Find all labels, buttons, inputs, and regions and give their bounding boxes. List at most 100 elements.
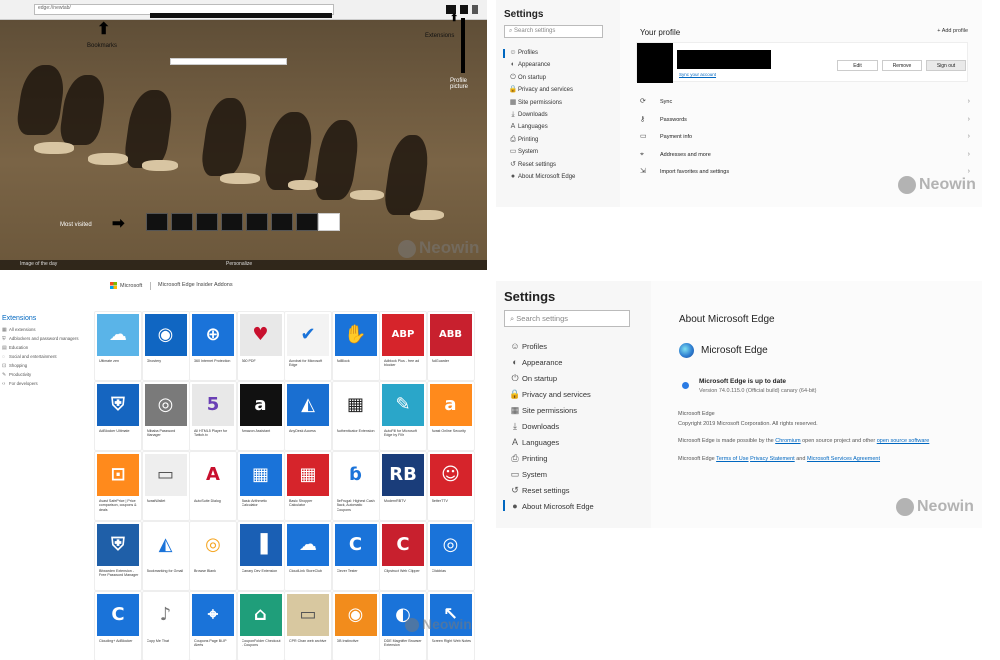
extension-card[interactable]: ⛨ Bitwarden Extension - Free Password Man… — [95, 522, 141, 590]
sign-out-button[interactable]: Sign out — [926, 60, 966, 71]
extension-card[interactable]: ⊡ Avast SafePrice | Price comparison, cou… — [95, 452, 141, 520]
extension-card[interactable]: a Avast Online Security — [427, 382, 474, 450]
remove-button[interactable]: Remove — [882, 60, 922, 71]
settings-nav-item[interactable]: ▦ Site permissions — [508, 97, 575, 109]
settings-nav-item[interactable]: ⤓ Downloads — [508, 418, 594, 434]
settings-nav-item[interactable]: ● About Microsoft Edge — [508, 171, 576, 183]
settings-nav-item[interactable]: ☺Profiles — [502, 47, 575, 59]
settings-nav-item[interactable]: ☺Profiles — [508, 338, 594, 354]
extension-card[interactable]: ◉ Ghostery — [142, 312, 189, 380]
extension-card[interactable]: ▦ Authenticator Extension — [332, 382, 379, 450]
category-item[interactable]: ◌ Social and entertainment — [2, 352, 90, 361]
settings-nav-item[interactable]: ◐ Appearance — [508, 59, 575, 71]
footer-image-info[interactable]: Image of the day — [20, 261, 57, 267]
menu-icon[interactable] — [472, 5, 478, 14]
footer-personalize[interactable]: Personalize — [226, 261, 252, 267]
extension-name: BeFrugal: Highest Cash Back, Automatic C… — [336, 499, 375, 512]
top-site-tile[interactable] — [221, 213, 243, 231]
extension-card[interactable]: ☺ BetterTTV — [427, 452, 474, 520]
extension-card[interactable]: ⊕ 360 Internet Protection — [190, 312, 236, 380]
extension-card[interactable]: a Amazon Assistant — [237, 382, 284, 450]
extension-card[interactable]: ⌂ CouponFolder Checkout - Coupons — [237, 592, 284, 660]
open-source-link[interactable]: open source software — [877, 438, 930, 444]
settings-nav-item[interactable]: ▭ System — [508, 146, 575, 158]
extension-card[interactable]: C Clever Tester — [332, 522, 379, 590]
top-site-tile[interactable] — [246, 213, 268, 231]
extension-card[interactable]: ⛨ AdBlocker Ultimate — [95, 382, 141, 450]
extension-card[interactable]: ◉ DB Instinctive — [332, 592, 379, 660]
extension-card[interactable]: 5 All HTML5 Player for Twitch.tv — [190, 382, 236, 450]
settings-nav-item[interactable]: ● About Microsoft Edge — [503, 498, 594, 514]
extension-card[interactable]: ♪ Copy Me That — [142, 592, 189, 660]
extension-card[interactable]: C Clouding+ AdBlocker — [95, 592, 141, 660]
extension-card[interactable]: ⌖ Coupons Page Bi-IP Alerts — [190, 592, 236, 660]
privacy-link[interactable]: Privacy Statement — [750, 456, 795, 462]
most-visited-label: Most visited — [60, 222, 92, 228]
profile-option-row[interactable]: ⟳ Sync › — [640, 93, 970, 111]
profile-option-row[interactable]: ⌖ Addresses and more › — [640, 146, 970, 164]
extension-card[interactable]: ◭ AnyDesk Access — [285, 382, 331, 450]
extension-card[interactable]: ✔ Acrobat for Microsoft Edge — [285, 312, 331, 380]
extension-card[interactable]: A AutoSuite Dialog — [190, 452, 236, 520]
profile-option-row[interactable]: ⚷ Passwords › — [640, 111, 970, 129]
extension-card[interactable]: ▭ CPR Chan web archive — [285, 592, 331, 660]
extension-card[interactable]: ▦ Basic Arithmetic Calculator — [237, 452, 284, 520]
terms-link[interactable]: Terms of Use — [716, 456, 748, 462]
add-profile-button[interactable]: + Add profile — [937, 28, 968, 34]
extension-card[interactable]: ◎ Browse Blank — [190, 522, 236, 590]
category-item[interactable]: ✎ Productivity — [2, 370, 90, 379]
category-item[interactable]: ⊡ Shopping — [2, 361, 90, 370]
settings-nav-item[interactable]: ◐ Appearance — [508, 354, 594, 370]
extension-card[interactable]: ▐ Canary Dev Extension — [237, 522, 284, 590]
settings-nav-item[interactable]: A Languages — [508, 121, 575, 133]
settings-nav-item[interactable]: ▭ System — [508, 466, 594, 482]
profile-option-row[interactable]: ▭ Payment info › — [640, 128, 970, 146]
settings-nav-item[interactable]: ⤓ Downloads — [508, 109, 575, 121]
category-item[interactable]: ‹› For developers — [2, 379, 90, 388]
extension-card[interactable]: ✎ AutoFill for Microsoft Edge by Fillr — [380, 382, 426, 450]
extension-card[interactable]: ☁ CloudLink StoreClub — [285, 522, 331, 590]
top-site-tile[interactable] — [146, 213, 168, 231]
extension-card[interactable]: ▦ Basic Shopper Calculator — [285, 452, 331, 520]
extension-card[interactable]: ◎ Alibaba Password Manager — [142, 382, 189, 450]
settings-nav-item[interactable]: ⏻ On startup — [508, 72, 575, 84]
extension-card[interactable]: ◎ Clickbias — [427, 522, 474, 590]
extension-card[interactable]: ABP Adblock Plus - free ad blocker — [380, 312, 426, 380]
top-site-tile[interactable] — [171, 213, 193, 231]
add-site-tile[interactable] — [318, 213, 340, 231]
settings-nav-item[interactable]: A Languages — [508, 434, 594, 450]
edit-button[interactable]: Edit — [837, 60, 878, 71]
extension-card[interactable]: ◭ Bookmarking for Gmail — [142, 522, 189, 590]
extension-card[interactable]: ABB AdGuarder — [427, 312, 474, 380]
settings-nav-item[interactable]: 🔒Privacy and services — [508, 84, 575, 96]
sync-account-link[interactable]: Sync your account — [679, 72, 716, 77]
top-site-tile[interactable] — [196, 213, 218, 231]
search-input[interactable] — [170, 58, 287, 65]
services-agreement-link[interactable]: Microsoft Services Agreement — [807, 456, 880, 462]
category-item[interactable]: ▤ Education — [2, 343, 90, 352]
settings-search-input[interactable]: ⌕ Search settings — [504, 25, 603, 38]
extension-icon: 5 — [192, 384, 234, 426]
category-item[interactable]: ⛨ Adblockers and password managers — [2, 334, 90, 343]
extension-card[interactable]: C Clipstruct Web Clipper — [380, 522, 426, 590]
top-site-tile[interactable] — [296, 213, 318, 231]
settings-nav-item[interactable]: ⎙ Printing — [508, 450, 594, 466]
settings-nav-item[interactable]: ▦ Site permissions — [508, 402, 594, 418]
settings-nav-item[interactable]: ⏻ On startup — [508, 370, 594, 386]
settings-nav-item[interactable]: 🔒Privacy and services — [508, 386, 594, 402]
extension-card[interactable]: ɓ BeFrugal: Highest Cash Back, Automatic … — [332, 452, 379, 520]
extension-card[interactable]: ☁ Ultimate zen — [95, 312, 141, 380]
profile-icon[interactable] — [460, 5, 468, 14]
extension-card[interactable]: ▭ AvastWallet — [142, 452, 189, 520]
category-item[interactable]: ▦ All extensions — [2, 325, 90, 334]
settings-nav-item[interactable]: ⎙ Printing — [508, 134, 575, 146]
microsoft-brand[interactable]: Microsoft — [110, 282, 142, 289]
top-site-tile[interactable] — [271, 213, 293, 231]
extension-card[interactable]: ✋ AdBlock — [332, 312, 379, 380]
settings-nav-item[interactable]: ↺ Reset settings — [508, 159, 575, 171]
extension-card[interactable]: RB ModernRBTV — [380, 452, 426, 520]
chromium-link[interactable]: Chromium — [775, 438, 800, 444]
settings-nav-item[interactable]: ↺ Reset settings — [508, 482, 594, 498]
extension-card[interactable]: ♥ 360 PDF — [237, 312, 284, 380]
settings-search-input[interactable]: ⌕ Search settings — [504, 310, 630, 327]
